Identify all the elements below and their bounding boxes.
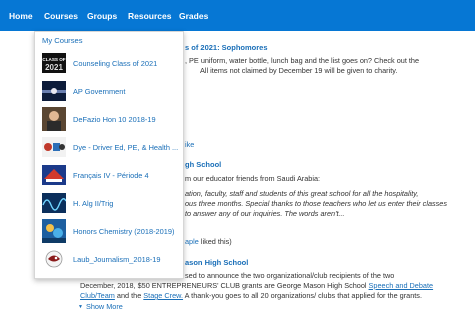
- course-item-counseling[interactable]: CLASS OF 2021 Counseling Class of 2021: [35, 49, 185, 77]
- show-more-button[interactable]: ▼ Show More: [78, 302, 123, 311]
- course-thumbnail: [42, 165, 66, 185]
- svg-text:CLASS OF: CLASS OF: [42, 57, 65, 62]
- liked-by-link[interactable]: aple: [185, 237, 199, 246]
- post-body-2-line4: to answer any of our inquiries. The word…: [185, 209, 345, 218]
- speech-debate-link[interactable]: Speech and Debate: [369, 281, 434, 290]
- course-thumbnail: [42, 81, 66, 101]
- post-title-3[interactable]: ason High School: [185, 258, 248, 268]
- course-thumbnail: [42, 137, 66, 157]
- course-label: Honors Chemistry (2018-2019): [73, 226, 175, 236]
- post-title-1[interactable]: s of 2021: Sophomores: [185, 43, 268, 53]
- course-label: DeFazio Hon 10 2018-19: [73, 114, 156, 124]
- course-item-defazio[interactable]: DeFazio Hon 10 2018-19: [35, 105, 185, 133]
- like-link-fragment[interactable]: ike: [185, 140, 194, 150]
- post-body-2-line1: m our educator friends from Saudi Arabia…: [185, 174, 321, 183]
- course-thumbnail: CLASS OF 2021: [42, 53, 66, 73]
- course-item-honors-chemistry[interactable]: Honors Chemistry (2018-2019): [35, 217, 185, 245]
- course-thumbnail: [42, 107, 66, 131]
- course-label: H. Alg II/Trig: [73, 198, 114, 208]
- course-thumbnail: [42, 219, 66, 243]
- post-body-3-line3: Club/Team and the Stage Crew. A thank-yo…: [80, 291, 422, 301]
- post-body-3-line3-mid: and the: [114, 291, 144, 300]
- post-body-1-line1: , PE uniform, water bottle, lunch bag an…: [185, 56, 420, 65]
- post-body-3-line2-text: December, 2018, $50 ENTREPRENEURS' CLUB …: [80, 281, 369, 290]
- course-item-ap-government[interactable]: AP Government: [35, 77, 185, 105]
- nav-grades[interactable]: Grades: [179, 11, 208, 21]
- post-body-2-line2: ation, faculty, staff and students of th…: [185, 189, 419, 198]
- post-body-3-line1: sed to announce the two organizational/c…: [185, 271, 395, 280]
- nav-resources[interactable]: Resources: [128, 11, 171, 21]
- nav-courses[interactable]: Courses: [44, 11, 78, 21]
- my-courses-link[interactable]: My Courses: [42, 36, 83, 45]
- nav-groups[interactable]: Groups: [87, 11, 117, 21]
- course-item-alg-trig[interactable]: H. Alg II/Trig: [35, 189, 185, 217]
- post-title-2[interactable]: gh School: [185, 160, 221, 170]
- svg-text:2021: 2021: [45, 63, 63, 72]
- course-item-dye-driver-ed[interactable]: Dye - Driver Ed, PE, & Health ...: [35, 133, 185, 161]
- course-item-francais[interactable]: Français IV - Période 4: [35, 161, 185, 189]
- post-body-1-line2: All items not claimed by December 19 wil…: [200, 66, 398, 75]
- chevron-down-icon: ▼: [78, 304, 83, 310]
- club-team-link[interactable]: Club/Team: [80, 291, 115, 300]
- course-label: Français IV - Période 4: [73, 170, 149, 180]
- nav-home[interactable]: Home: [9, 11, 33, 21]
- show-more-label: Show More: [85, 302, 123, 311]
- liked-by-line: aple liked this): [185, 237, 232, 247]
- course-label: Laub_Journalism_2018-19: [73, 254, 161, 264]
- post-body-3-line2: December, 2018, $50 ENTREPRENEURS' CLUB …: [80, 281, 433, 291]
- course-label: AP Government: [73, 86, 126, 96]
- top-nav-bar: Home Courses Groups Resources Grades: [0, 0, 475, 31]
- stage-crew-link[interactable]: Stage Crew.: [143, 291, 183, 300]
- course-label: Counseling Class of 2021: [73, 58, 158, 68]
- courses-dropdown: My Courses CLASS OF 2021 Counseling Clas…: [34, 31, 184, 279]
- course-thumbnail: [42, 249, 66, 269]
- nav-courses-label: Courses: [44, 11, 79, 21]
- post-body-2-line3: ous three months. Special thanks to thos…: [185, 199, 448, 208]
- liked-by-suffix: liked this): [198, 237, 232, 246]
- course-item-journalism[interactable]: Laub_Journalism_2018-19: [35, 245, 185, 273]
- course-label: Dye - Driver Ed, PE, & Health ...: [73, 142, 179, 152]
- course-thumbnail: [42, 193, 66, 213]
- post-body-3-line3-end: A thank-you goes to all 20 organizations…: [183, 291, 422, 300]
